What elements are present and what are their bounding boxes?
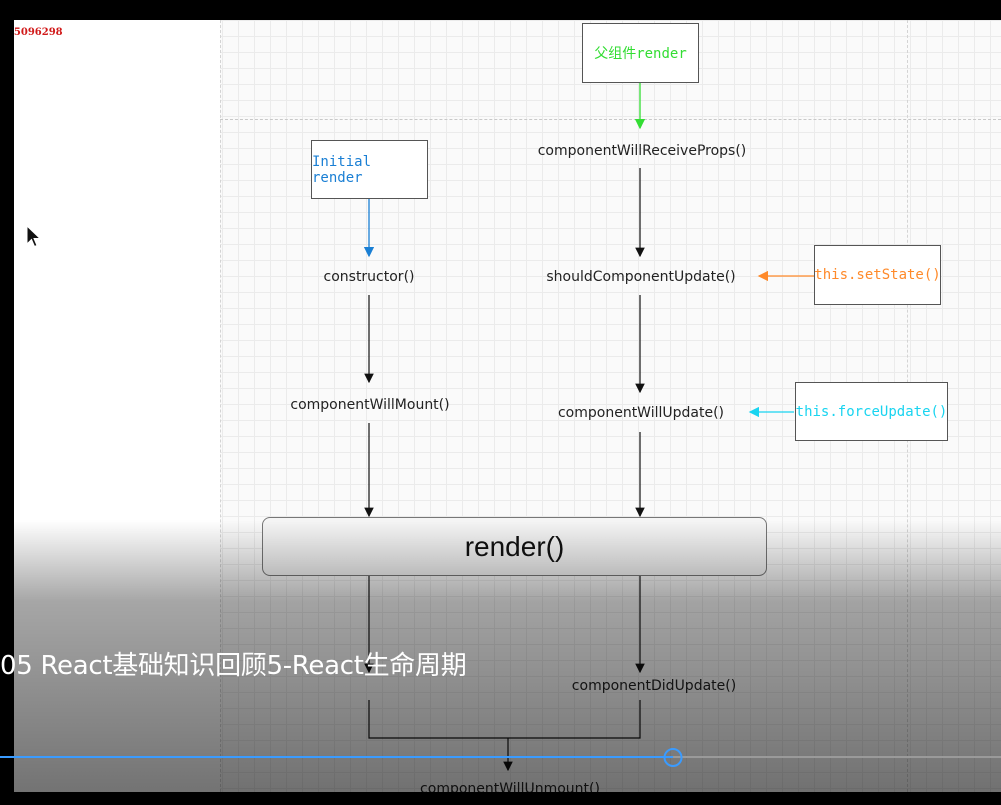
top-bar	[0, 0, 1001, 20]
will-receive-props-label: componentWillReceiveProps()	[537, 143, 747, 159]
mouse-cursor-icon	[26, 225, 42, 248]
left-bar	[0, 20, 14, 805]
will-unmount-label: componentWillUnmount()	[420, 781, 600, 792]
progress-fill	[0, 756, 673, 758]
constructor-label: constructor()	[323, 269, 415, 285]
will-update-label: componentWillUpdate()	[557, 405, 725, 421]
control-bar	[0, 792, 1001, 805]
force-update-box: this.forceUpdate()	[795, 382, 948, 441]
parent-render-box: 父组件render	[582, 23, 699, 83]
will-mount-label: componentWillMount()	[290, 397, 450, 413]
render-box: render()	[262, 517, 767, 576]
did-update-label: componentDidUpdate()	[571, 678, 737, 694]
arrow-merge	[368, 700, 641, 739]
progress-handle[interactable]	[663, 748, 683, 767]
set-state-box: this.setState()	[814, 245, 941, 305]
should-update-label: shouldComponentUpdate()	[546, 269, 736, 285]
video-title: 05 React基础知识回顾5-React生命周期	[0, 651, 467, 681]
initial-render-box: Initial render	[311, 140, 428, 199]
